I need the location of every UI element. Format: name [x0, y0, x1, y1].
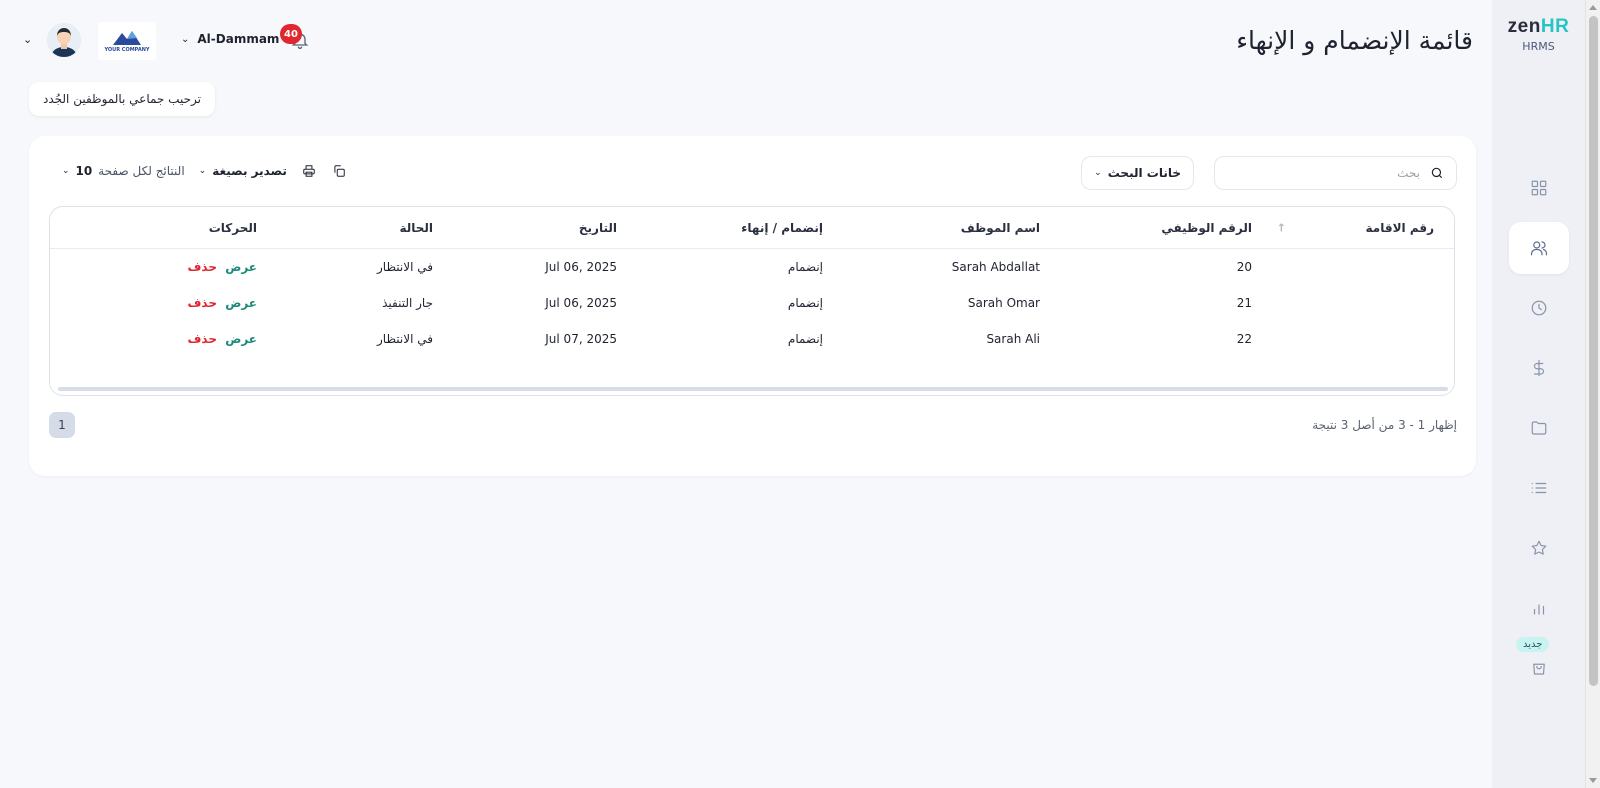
export-dropdown[interactable]: تصدير بصيغة ⌄: [199, 164, 287, 178]
user-avatar-icon: [47, 23, 81, 57]
column-actions: الحركات: [208, 220, 257, 235]
list-icon: [1531, 482, 1547, 494]
bar-chart-icon: [1533, 604, 1545, 615]
per-page-label: النتائج لكل صفحة: [98, 164, 185, 178]
notification-count-badge: 40: [280, 24, 302, 44]
column-type[interactable]: إنضمام / إنهاء: [741, 221, 823, 235]
sidebar-item-lists[interactable]: [1509, 462, 1569, 514]
per-page-value: 10: [75, 164, 93, 178]
search-fields-label: خانات البحث: [1107, 166, 1181, 180]
onboarding-table: رقم الاقامة ↑ الرقم الوظيفي اسم الموظف إ…: [49, 206, 1455, 396]
cell-employee-name: Sarah Ali: [986, 332, 1040, 346]
onboarding-card: خانات البحث ⌄ النتائج لكل صفحة 10 ⌄ تصدي…: [29, 136, 1476, 476]
users-icon: [1530, 241, 1548, 256]
column-status[interactable]: الحالة: [399, 221, 433, 235]
sidebar-item-payroll[interactable]: [1509, 342, 1569, 394]
table-row: 22 Sarah Ali إنضمام Jul 07, 2025 في الان…: [50, 321, 1454, 357]
logo-accent-text: HR: [1540, 16, 1570, 37]
cell-employee-no: 22: [1236, 332, 1252, 346]
copy-icon: [334, 165, 345, 177]
search-input[interactable]: [1230, 166, 1420, 180]
sidebar-item-attendance[interactable]: [1509, 282, 1569, 334]
search-box[interactable]: [1214, 156, 1457, 190]
logo-sub-text: HRMS: [1522, 40, 1555, 53]
star-icon: [1531, 540, 1547, 555]
cell-employee-name: Sarah Abdallat: [951, 260, 1040, 274]
chevron-down-icon: ⌄: [181, 33, 190, 45]
company-logo-text: YOUR COMPANY: [104, 47, 150, 53]
print-button[interactable]: [301, 163, 317, 179]
results-summary: إظهار 1 - 3 من أصل 3 نتيجة: [1312, 418, 1457, 432]
grid-icon: [1531, 180, 1547, 196]
cell-type: إنضمام: [787, 332, 823, 346]
delete-link[interactable]: حذف: [187, 260, 217, 274]
sidebar-item-performance[interactable]: [1509, 522, 1569, 574]
cell-status: جار التنفيذ: [382, 296, 433, 310]
table-horizontal-scrollbar[interactable]: [58, 387, 1448, 391]
sidebar-item-employees[interactable]: [1509, 222, 1569, 274]
printer-icon: [303, 165, 315, 177]
cell-employee-no: 20: [1236, 260, 1252, 274]
cell-status: في الانتظار: [377, 260, 433, 274]
column-employee-name[interactable]: اسم الموظف: [961, 221, 1040, 235]
chevron-down-icon: ⌄: [62, 166, 70, 176]
cell-employee-no: 21: [1236, 296, 1252, 310]
search-fields-dropdown[interactable]: خانات البحث ⌄: [1081, 156, 1194, 190]
page-button-1[interactable]: 1: [49, 412, 75, 438]
page-scrollbar[interactable]: [1585, 0, 1600, 788]
column-residency[interactable]: رقم الاقامة: [1366, 221, 1434, 235]
branch-selector[interactable]: ⌄ Al-Dammam: [181, 32, 279, 46]
sidebar-item-dashboard[interactable]: [1509, 162, 1569, 214]
folder-icon: [1531, 421, 1547, 435]
cell-type: إنضمام: [787, 296, 823, 310]
column-employee-no[interactable]: الرقم الوظيفي: [1161, 221, 1252, 235]
dollar-icon: [1533, 359, 1545, 377]
mountain-logo-icon: [113, 31, 141, 45]
clock-icon: [1531, 300, 1547, 316]
cell-employee-name: Sarah Omar: [967, 296, 1040, 310]
per-page-selector[interactable]: النتائج لكل صفحة 10 ⌄: [62, 164, 185, 178]
sidebar: zenHR HRMS جديد: [1492, 0, 1585, 788]
scroll-thumb[interactable]: [1589, 16, 1598, 686]
table-header: رقم الاقامة ↑ الرقم الوظيفي اسم الموظف إ…: [50, 207, 1454, 249]
bulk-welcome-button[interactable]: ترحيب جماعي بالموظفين الجُدد: [29, 82, 215, 116]
avatar[interactable]: [47, 23, 81, 57]
table-row: 21 Sarah Omar إنضمام Jul 06, 2025 جار ال…: [50, 285, 1454, 321]
page-title: قائمة الإنضمام و الإنهاء: [1236, 26, 1473, 55]
search-icon: [1431, 167, 1443, 179]
cell-date: Jul 07, 2025: [545, 332, 617, 346]
zenhr-logo[interactable]: zenHR HRMS: [1492, 16, 1585, 53]
branch-name: Al-Dammam: [197, 32, 280, 46]
bag-icon: [1533, 663, 1545, 675]
cell-date: Jul 06, 2025: [545, 296, 617, 310]
chevron-down-icon: ⌄: [198, 166, 207, 176]
sidebar-item-reports[interactable]: [1509, 582, 1569, 634]
cell-type: إنضمام: [787, 260, 823, 274]
view-link[interactable]: عرض: [225, 332, 257, 346]
column-date[interactable]: التاريخ: [579, 221, 617, 235]
view-link[interactable]: عرض: [225, 260, 257, 274]
cell-date: Jul 06, 2025: [545, 260, 617, 274]
copy-button[interactable]: [331, 163, 347, 179]
sidebar-item-documents[interactable]: [1509, 402, 1569, 454]
table-row: 20 Sarah Abdallat إنضمام Jul 06, 2025 في…: [50, 249, 1454, 285]
table-toolbar: النتائج لكل صفحة 10 ⌄ تصدير بصيغة ⌄: [62, 163, 347, 179]
scroll-down-arrow[interactable]: [1589, 778, 1597, 783]
delete-link[interactable]: حذف: [187, 332, 217, 346]
company-logo: YOUR COMPANY: [98, 22, 156, 60]
delete-link[interactable]: حذف: [187, 296, 217, 310]
cell-status: في الانتظار: [377, 332, 433, 346]
chevron-down-icon: ⌄: [1094, 168, 1102, 178]
user-menu-chevron-icon[interactable]: ⌄: [23, 33, 32, 46]
logo-main-text: zen: [1507, 16, 1541, 37]
sidebar-item-marketplace[interactable]: [1509, 642, 1569, 694]
export-label: تصدير بصيغة: [212, 164, 287, 178]
sort-arrow-icon[interactable]: ↑: [1277, 221, 1286, 234]
scroll-up-arrow[interactable]: [1589, 5, 1597, 10]
view-link[interactable]: عرض: [225, 296, 257, 310]
